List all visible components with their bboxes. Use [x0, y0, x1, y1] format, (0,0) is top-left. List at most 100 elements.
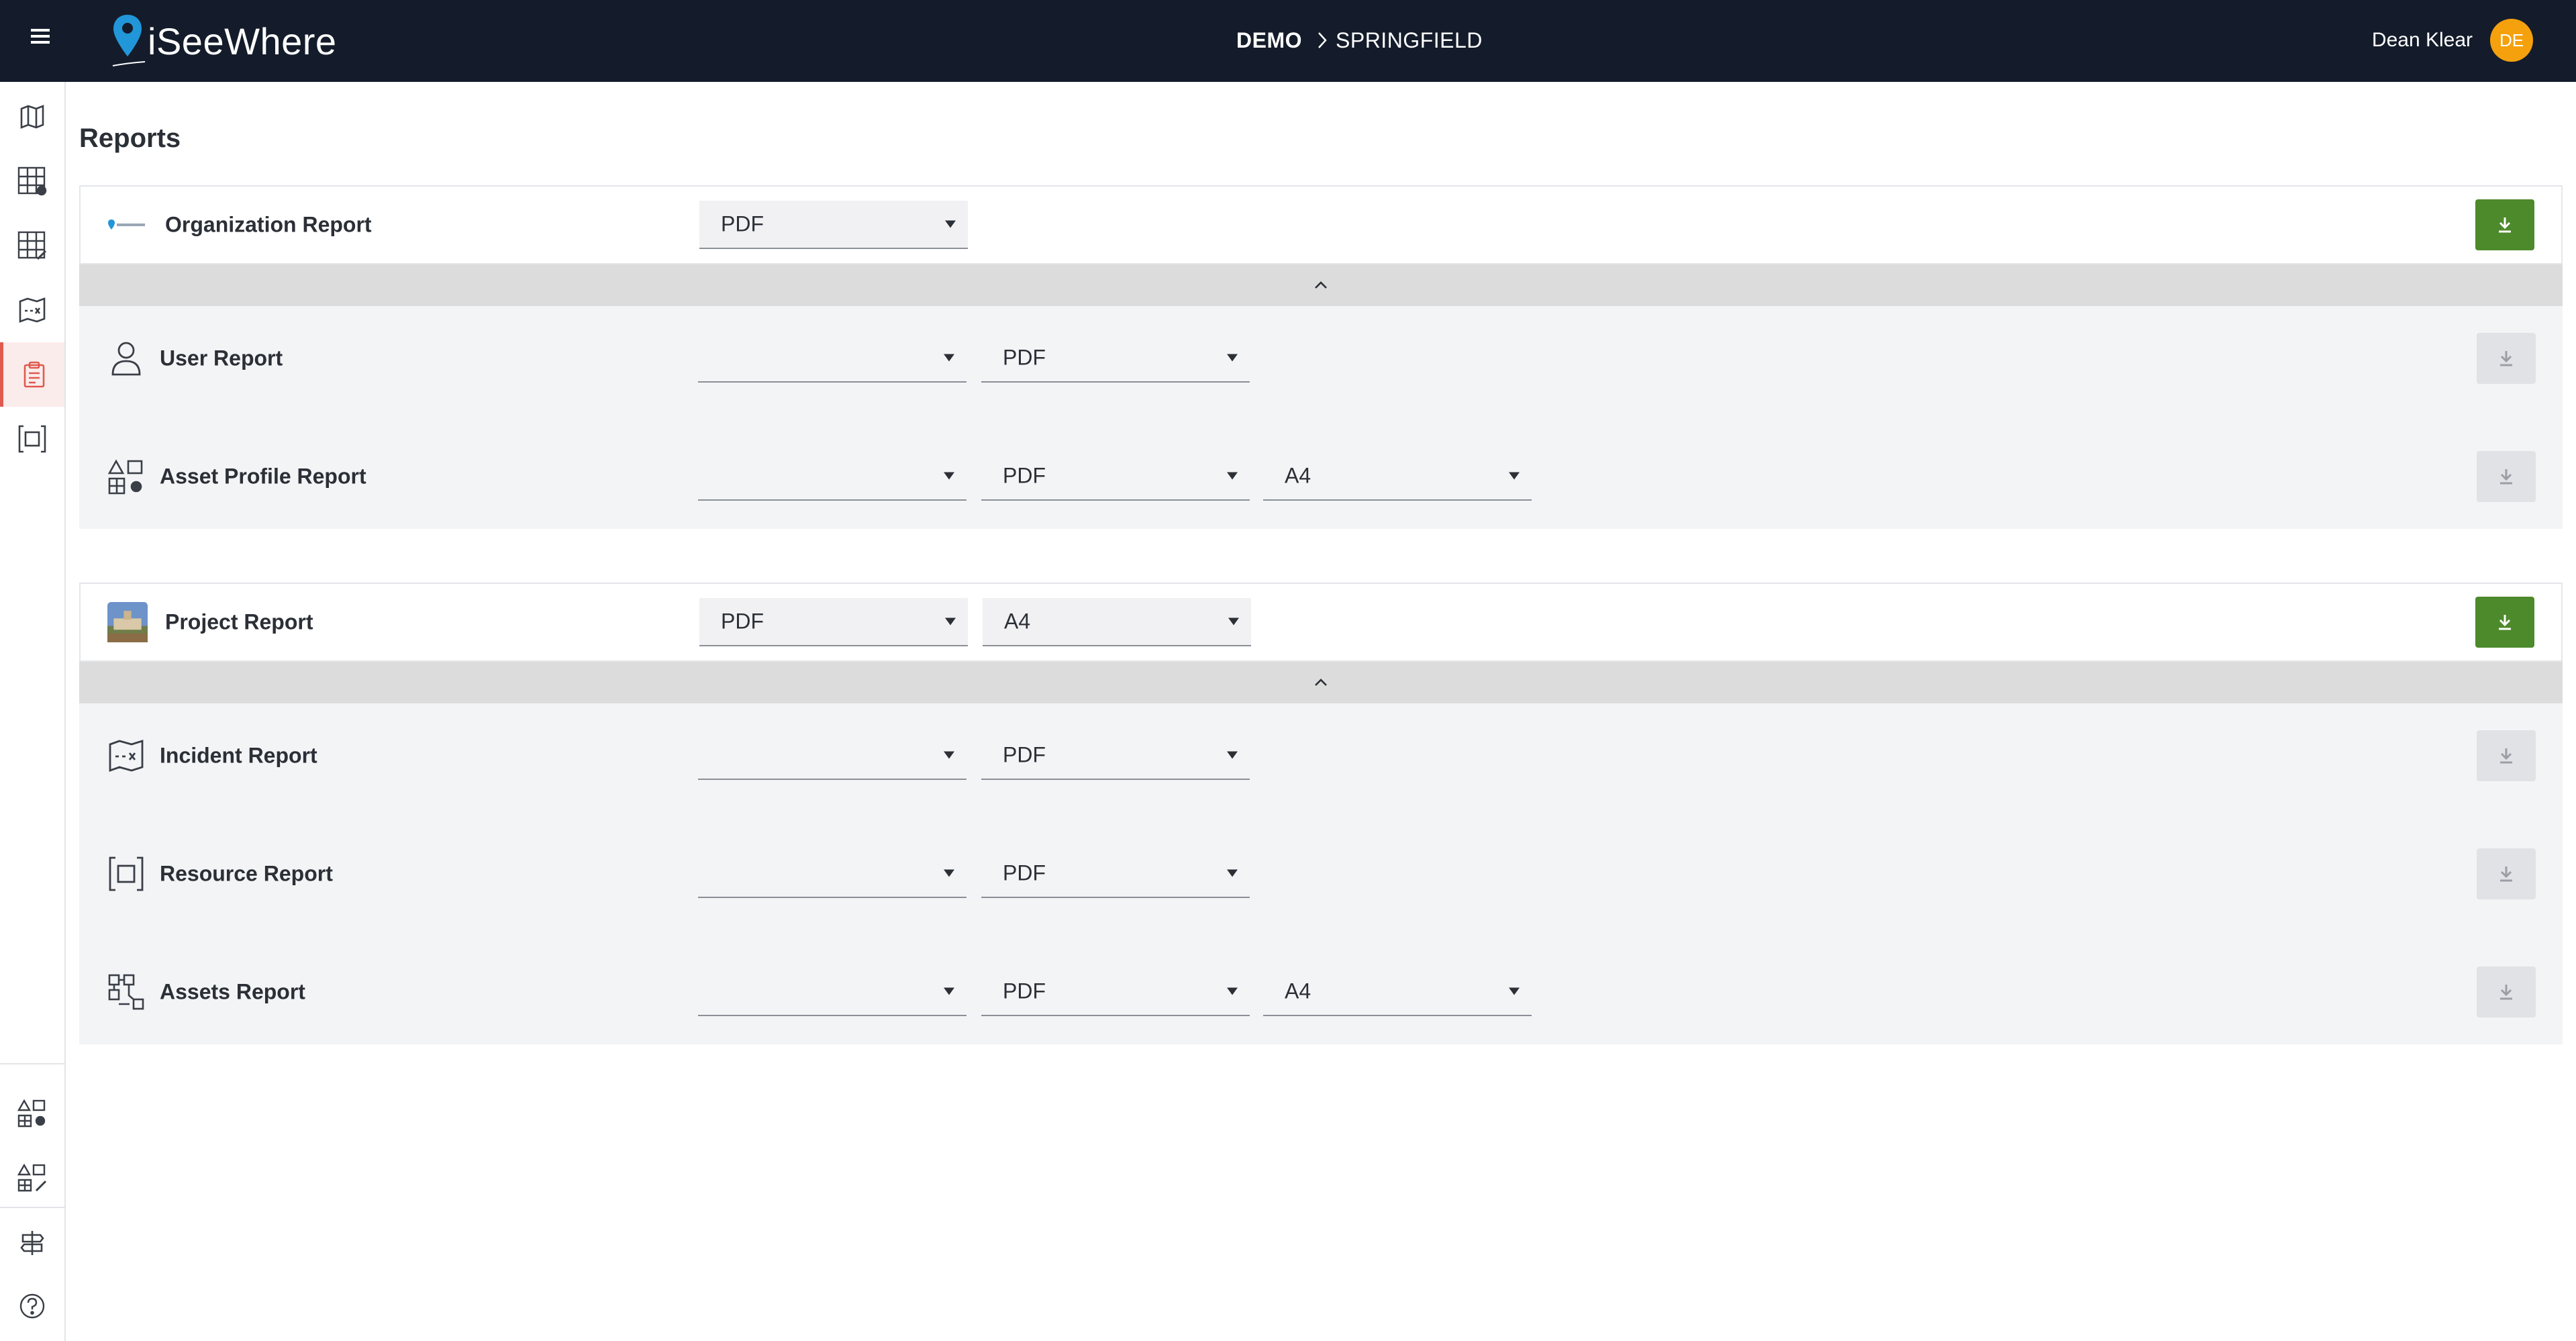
- sidebar-item-map[interactable]: [0, 85, 64, 149]
- sidebar-item-resources[interactable]: [0, 407, 64, 471]
- user-icon: [106, 338, 146, 379]
- chevron-up-icon: [1315, 679, 1327, 686]
- incident-map-icon: [19, 297, 46, 323]
- caret-down-icon: [944, 869, 954, 877]
- select-value: PDF: [1003, 742, 1046, 767]
- caret-down-icon: [945, 617, 956, 626]
- clipboard-icon: [23, 361, 44, 388]
- select-value: PDF: [721, 211, 764, 236]
- assets-grid-icon: [106, 972, 146, 1012]
- download-button[interactable]: [2477, 451, 2536, 502]
- caret-down-icon: [1227, 751, 1238, 759]
- hamburger-menu-icon[interactable]: [28, 24, 52, 48]
- report-label: Asset Profile Report: [160, 464, 366, 489]
- select-value: A4: [1285, 463, 1311, 488]
- caret-down-icon: [1228, 617, 1239, 626]
- chevron-up-icon: [1315, 281, 1327, 289]
- sidebar-divider: [0, 1063, 64, 1064]
- sidebar: [0, 82, 66, 1341]
- resource-frame-icon: [18, 425, 46, 453]
- chevron-right-icon: [1316, 30, 1329, 50]
- sidebar-item-asset-profiles[interactable]: [0, 1081, 64, 1145]
- caret-down-icon: [1227, 869, 1238, 877]
- page-title: Reports: [79, 123, 181, 153]
- sidebar-item-asset-edit[interactable]: [0, 213, 64, 278]
- avatar[interactable]: DE: [2490, 19, 2533, 62]
- sidebar-item-asset-profiles-edit[interactable]: [0, 1145, 64, 1209]
- report-header-row: Project Report PDF A4: [79, 583, 2563, 662]
- scope-select[interactable]: [698, 452, 967, 501]
- format-select[interactable]: PDF: [981, 968, 1250, 1016]
- logo-text: iSeeWhere: [148, 19, 337, 62]
- select-value: PDF: [721, 609, 764, 634]
- page-size-select[interactable]: A4: [1263, 968, 1532, 1016]
- report-title: Organization Report: [165, 212, 372, 237]
- scope-select[interactable]: [698, 732, 967, 780]
- select-value: PDF: [1003, 463, 1046, 488]
- sidebar-item-assets[interactable]: [0, 149, 64, 213]
- asset-profile-icon: [106, 456, 146, 497]
- collapse-toggle[interactable]: [79, 264, 2563, 306]
- report-label: User Report: [160, 346, 283, 370]
- caret-down-icon: [944, 472, 954, 480]
- caret-down-icon: [944, 751, 954, 759]
- user-name: Dean Klear: [2371, 29, 2473, 51]
- report-label: Incident Report: [160, 743, 317, 768]
- format-select[interactable]: PDF: [981, 452, 1250, 501]
- report-row-user: User Report PDF: [79, 318, 2563, 399]
- format-select[interactable]: PDF: [699, 598, 968, 646]
- report-children: User Report PDF Asset Profile Report PDF…: [79, 306, 2563, 529]
- download-button[interactable]: [2477, 848, 2536, 899]
- select-value: A4: [1004, 609, 1031, 634]
- user-menu[interactable]: Dean Klear DE: [2372, 19, 2533, 62]
- download-button[interactable]: [2475, 597, 2534, 648]
- collapse-toggle[interactable]: [79, 662, 2563, 703]
- breadcrumb-organization[interactable]: DEMO: [1236, 28, 1302, 53]
- app-root: iSeeWhere DEMO SPRINGFIELD Dean Klear DE: [0, 0, 2576, 1341]
- resource-frame-icon: [106, 854, 146, 894]
- sidebar-item-incidents[interactable]: [0, 278, 64, 342]
- sidebar-item-reports[interactable]: [0, 342, 64, 407]
- help-icon: [19, 1293, 45, 1319]
- report-label: Resource Report: [160, 861, 333, 886]
- download-button[interactable]: [2477, 730, 2536, 781]
- download-button[interactable]: [2477, 333, 2536, 384]
- caret-down-icon: [1227, 987, 1238, 995]
- page-size-select[interactable]: A4: [983, 598, 1251, 646]
- caret-down-icon: [1227, 472, 1238, 480]
- caret-down-icon: [944, 987, 954, 995]
- scope-select[interactable]: [698, 850, 967, 898]
- isee-logo-icon: [107, 205, 148, 245]
- sidebar-divider: [0, 1207, 64, 1208]
- report-label: Assets Report: [160, 979, 305, 1004]
- report-row-assets: Assets Report PDF A4: [79, 952, 2563, 1032]
- scope-select[interactable]: [698, 334, 967, 383]
- download-button[interactable]: [2475, 199, 2534, 250]
- app-logo[interactable]: iSeeWhere: [110, 7, 337, 75]
- format-select[interactable]: PDF: [699, 201, 968, 249]
- report-children: Incident Report PDF Resource Report PDF …: [79, 703, 2563, 1044]
- download-icon: [2499, 615, 2511, 630]
- select-value: PDF: [1003, 979, 1046, 1003]
- download-button[interactable]: [2477, 966, 2536, 1017]
- caret-down-icon: [944, 354, 954, 362]
- format-select[interactable]: PDF: [981, 732, 1250, 780]
- download-icon: [2500, 351, 2512, 366]
- sidebar-item-settings[interactable]: [0, 1211, 64, 1275]
- page-size-select[interactable]: A4: [1263, 452, 1532, 501]
- select-value: PDF: [1003, 860, 1046, 885]
- asset-grid-edit-icon: [17, 231, 47, 260]
- breadcrumb-project[interactable]: SPRINGFIELD: [1336, 28, 1483, 53]
- asset-grid-icon: [17, 166, 47, 196]
- caret-down-icon: [1509, 472, 1520, 480]
- sidebar-item-help[interactable]: [0, 1274, 64, 1338]
- caret-down-icon: [945, 220, 956, 228]
- format-select[interactable]: PDF: [981, 850, 1250, 898]
- shapes-grid-icon: [17, 1099, 46, 1128]
- shapes-grid-edit-icon: [17, 1163, 47, 1192]
- download-icon: [2500, 469, 2512, 485]
- format-select[interactable]: PDF: [981, 334, 1250, 383]
- caret-down-icon: [1509, 987, 1520, 995]
- scope-select[interactable]: [698, 968, 967, 1016]
- select-value: A4: [1285, 979, 1311, 1003]
